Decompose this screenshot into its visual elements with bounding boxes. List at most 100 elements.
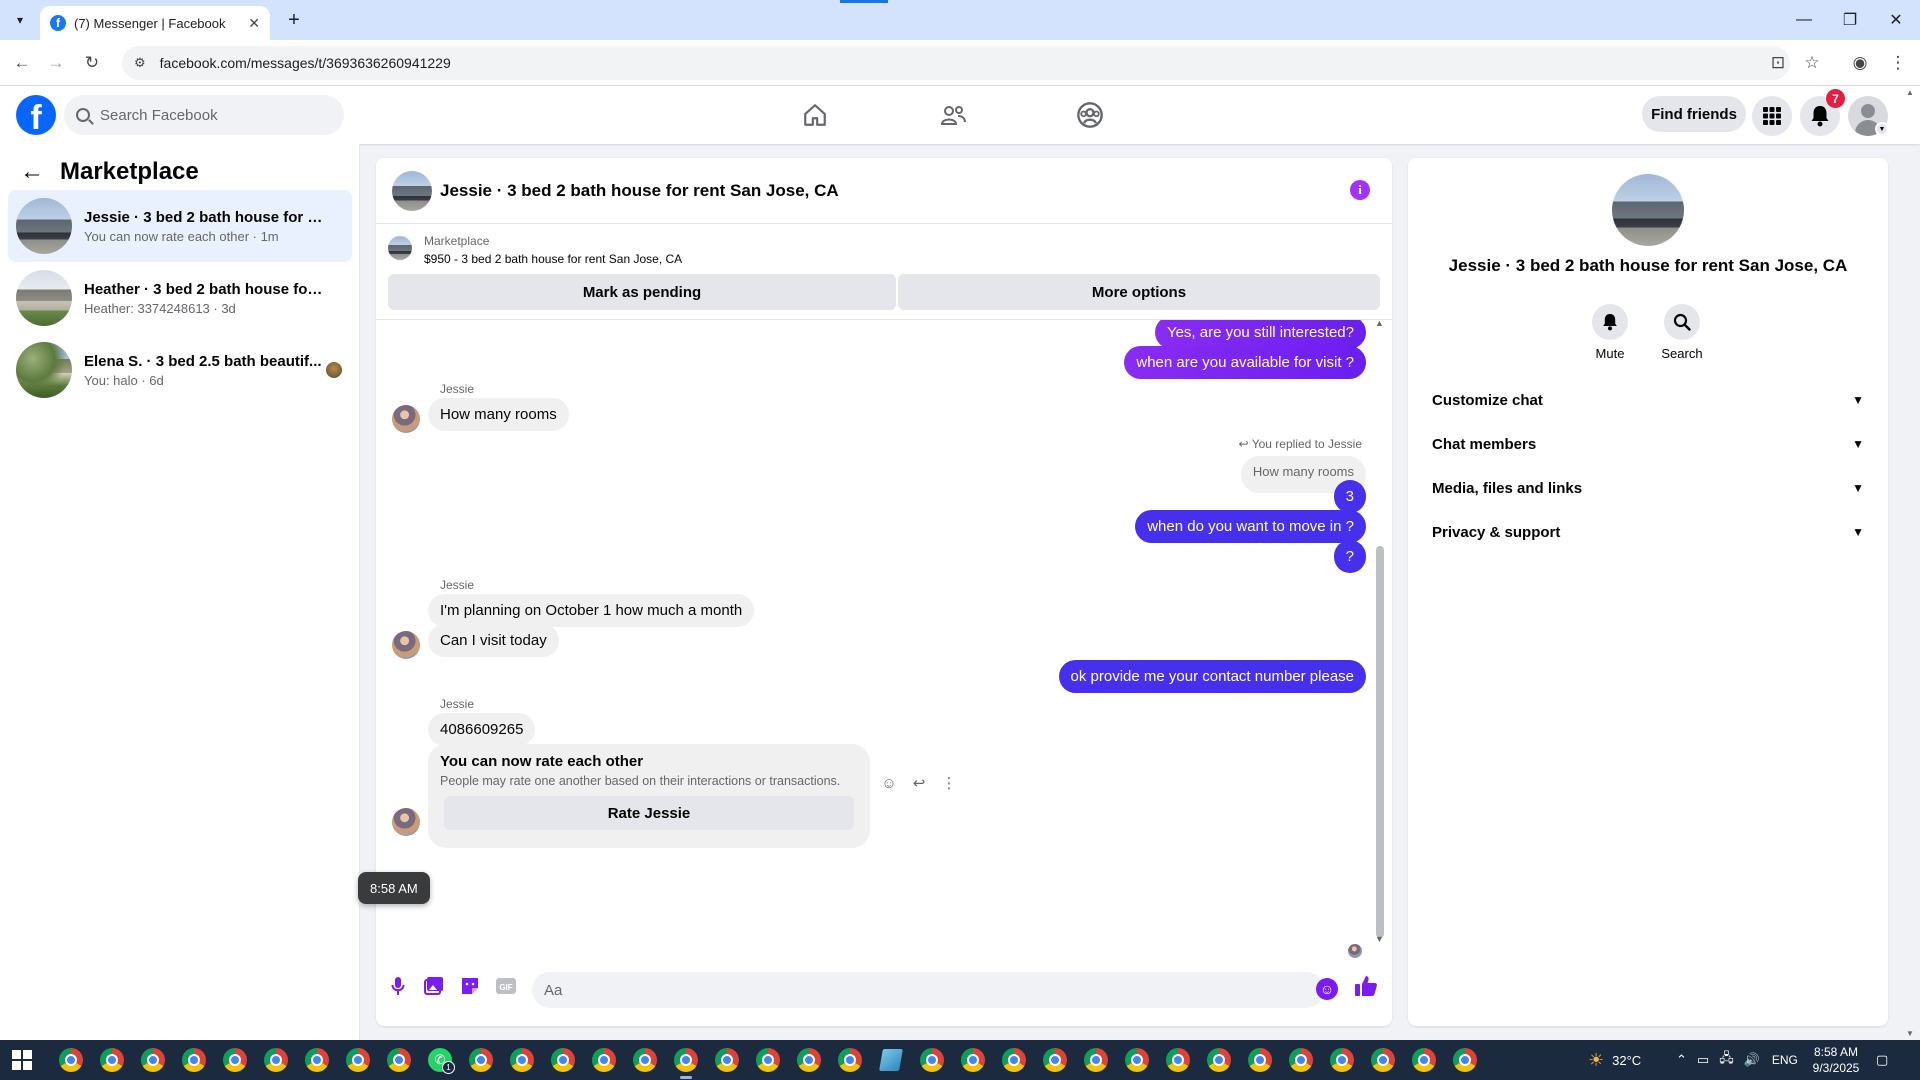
customize-chat-section[interactable]: Customize chat ▼: [1424, 378, 1872, 422]
minimize-window-icon[interactable]: —: [1781, 0, 1827, 40]
chat-listing-thumbnail[interactable]: [392, 170, 432, 211]
incoming-message[interactable]: How many rooms: [428, 398, 569, 431]
friends-nav-icon[interactable]: [933, 96, 973, 134]
facebook-logo-icon[interactable]: f: [16, 95, 56, 135]
menu-grid-icon[interactable]: [1752, 96, 1792, 136]
facebook-search-input[interactable]: [100, 106, 320, 124]
page-scroll-down-icon[interactable]: ▼: [1906, 1029, 1914, 1038]
chrome-taskbar-icon[interactable]: [548, 1046, 578, 1074]
chrome-taskbar-icon[interactable]: [1122, 1046, 1152, 1074]
chrome-taskbar-icon[interactable]: [261, 1046, 291, 1074]
conversation-item-elena[interactable]: Elena S. · 3 bed 2.5 bath beautif... You…: [8, 334, 352, 406]
attach-photo-icon[interactable]: [422, 974, 446, 998]
page-scrollbar[interactable]: ▲ ▼: [1906, 88, 1918, 1038]
meet-now-icon[interactable]: ▭: [1697, 1052, 1709, 1068]
jessie-avatar[interactable]: [392, 631, 420, 659]
back-icon[interactable]: ←: [10, 51, 34, 75]
groups-nav-icon[interactable]: [1070, 96, 1110, 134]
bookmark-star-icon[interactable]: ☆: [1800, 51, 1824, 75]
more-options-button[interactable]: More options: [898, 274, 1380, 310]
chrome-taskbar-icon[interactable]: [1286, 1046, 1316, 1074]
chrome-taskbar-icon[interactable]: [958, 1046, 988, 1074]
chrome-taskbar-icon[interactable]: [1081, 1046, 1111, 1074]
chrome-taskbar-icon[interactable]: [138, 1046, 168, 1074]
chrome-taskbar-icon[interactable]: [220, 1046, 250, 1074]
message-input[interactable]: [532, 972, 1324, 1008]
taskbar-clock[interactable]: 8:58 AM 9/3/2025: [1804, 1044, 1868, 1076]
outgoing-message[interactable]: Yes, are you still interested?: [1154, 320, 1366, 349]
scrollbar-thumb[interactable]: [1376, 546, 1384, 938]
microphone-icon[interactable]: [386, 974, 410, 998]
chrome-taskbar-icon[interactable]: [835, 1046, 865, 1074]
search-magnifier-icon[interactable]: [1664, 304, 1700, 340]
chrome-taskbar-icon[interactable]: [753, 1046, 783, 1074]
chrome-taskbar-icon[interactable]: [507, 1046, 537, 1074]
chrome-taskbar-icon[interactable]: [794, 1046, 824, 1074]
sticker-icon[interactable]: [458, 974, 482, 998]
chrome-taskbar-icon[interactable]: [97, 1046, 127, 1074]
volume-icon[interactable]: 🔊: [1744, 1052, 1760, 1068]
outgoing-message[interactable]: ?: [1333, 540, 1366, 573]
chrome-taskbar-icon[interactable]: [1163, 1046, 1193, 1074]
chrome-taskbar-icon[interactable]: [384, 1046, 414, 1074]
find-friends-button[interactable]: Find friends: [1642, 96, 1746, 132]
conversation-item-jessie[interactable]: Jessie · 3 bed 2 bath house for ren... Y…: [8, 190, 352, 262]
chrome-taskbar-icon[interactable]: [712, 1046, 742, 1074]
chat-title[interactable]: Jessie · 3 bed 2 bath house for rent San…: [440, 181, 839, 201]
back-arrow-icon[interactable]: ←: [20, 158, 44, 186]
home-nav-icon[interactable]: [795, 96, 835, 134]
chrome-taskbar-icon-active[interactable]: [671, 1046, 701, 1079]
chat-scrollbar[interactable]: ▲ ▼: [1375, 318, 1384, 944]
chrome-taskbar-icon[interactable]: [1368, 1046, 1398, 1074]
emoji-picker-icon[interactable]: ☺: [1316, 978, 1338, 1000]
install-app-icon[interactable]: ⊡: [1766, 51, 1790, 75]
incoming-message[interactable]: I'm planning on October 1 how much a mon…: [428, 594, 755, 627]
chrome-taskbar-icon[interactable]: [466, 1046, 496, 1074]
network-icon[interactable]: 🖧: [1719, 1049, 1734, 1071]
search-action[interactable]: Search: [1652, 304, 1712, 361]
notification-center-icon[interactable]: ▢: [1876, 1040, 1888, 1080]
omnibox[interactable]: ⚙ facebook.com/messages/t/36936362609412…: [122, 46, 1790, 80]
gif-icon[interactable]: GIF: [494, 974, 518, 998]
chrome-taskbar-icon[interactable]: [630, 1046, 660, 1074]
media-files-links-section[interactable]: Media, files and links ▼: [1424, 466, 1872, 510]
tray-chevron-icon[interactable]: ⌃: [1676, 1052, 1687, 1068]
mute-action[interactable]: Mute: [1580, 304, 1640, 361]
chrome-taskbar-icon[interactable]: [1409, 1046, 1439, 1074]
chrome-taskbar-icon[interactable]: [1245, 1046, 1275, 1074]
restore-window-icon[interactable]: ❐: [1827, 0, 1873, 40]
whatsapp-taskbar-icon[interactable]: ✆ 1: [425, 1046, 455, 1074]
jessie-avatar[interactable]: [392, 405, 420, 433]
conversation-info-icon[interactable]: i: [1350, 180, 1370, 200]
reply-icon[interactable]: ↩: [910, 774, 928, 792]
outgoing-message[interactable]: when are you available for visit ?: [1124, 346, 1366, 379]
forward-icon[interactable]: →: [44, 51, 68, 75]
site-info-icon[interactable]: ⚙: [134, 55, 146, 71]
details-listing-thumbnail[interactable]: [1612, 174, 1684, 246]
new-tab-plus-icon[interactable]: +: [282, 8, 306, 32]
more-actions-icon[interactable]: ⋮: [940, 774, 958, 792]
rate-jessie-button[interactable]: Rate Jessie: [444, 796, 854, 830]
outgoing-message[interactable]: 3: [1333, 480, 1366, 513]
close-tab-icon[interactable]: ✕: [248, 15, 260, 32]
chrome-taskbar-icon[interactable]: [302, 1046, 332, 1074]
reload-icon[interactable]: ↻: [80, 51, 104, 75]
incoming-message[interactable]: Can I visit today: [428, 624, 559, 657]
thumbs-up-icon[interactable]: [1354, 975, 1378, 1003]
scroll-down-icon[interactable]: ▼: [1375, 934, 1384, 944]
mute-bell-icon[interactable]: [1592, 304, 1628, 340]
listing-title[interactable]: $950 - 3 bed 2 bath house for rent San J…: [424, 252, 682, 266]
chrome-taskbar-icon[interactable]: [1450, 1046, 1480, 1074]
incoming-message[interactable]: 4086609265: [428, 713, 536, 746]
account-chevron-icon[interactable]: ▼: [1875, 122, 1889, 136]
weather-widget[interactable]: ☀ 32°C: [1588, 1040, 1641, 1080]
react-emoji-icon[interactable]: ☺: [880, 774, 898, 792]
outgoing-message[interactable]: when do you want to move in ?: [1135, 510, 1366, 543]
tab-search-chevron-icon[interactable]: ▾: [8, 8, 32, 32]
chrome-taskbar-icon[interactable]: [999, 1046, 1029, 1074]
language-indicator[interactable]: ENG: [1772, 1053, 1798, 1067]
close-window-icon[interactable]: ✕: [1873, 0, 1919, 40]
chrome-taskbar-icon[interactable]: [179, 1046, 209, 1074]
chat-members-section[interactable]: Chat members ▼: [1424, 422, 1872, 466]
windows-start-icon[interactable]: [12, 1050, 32, 1070]
